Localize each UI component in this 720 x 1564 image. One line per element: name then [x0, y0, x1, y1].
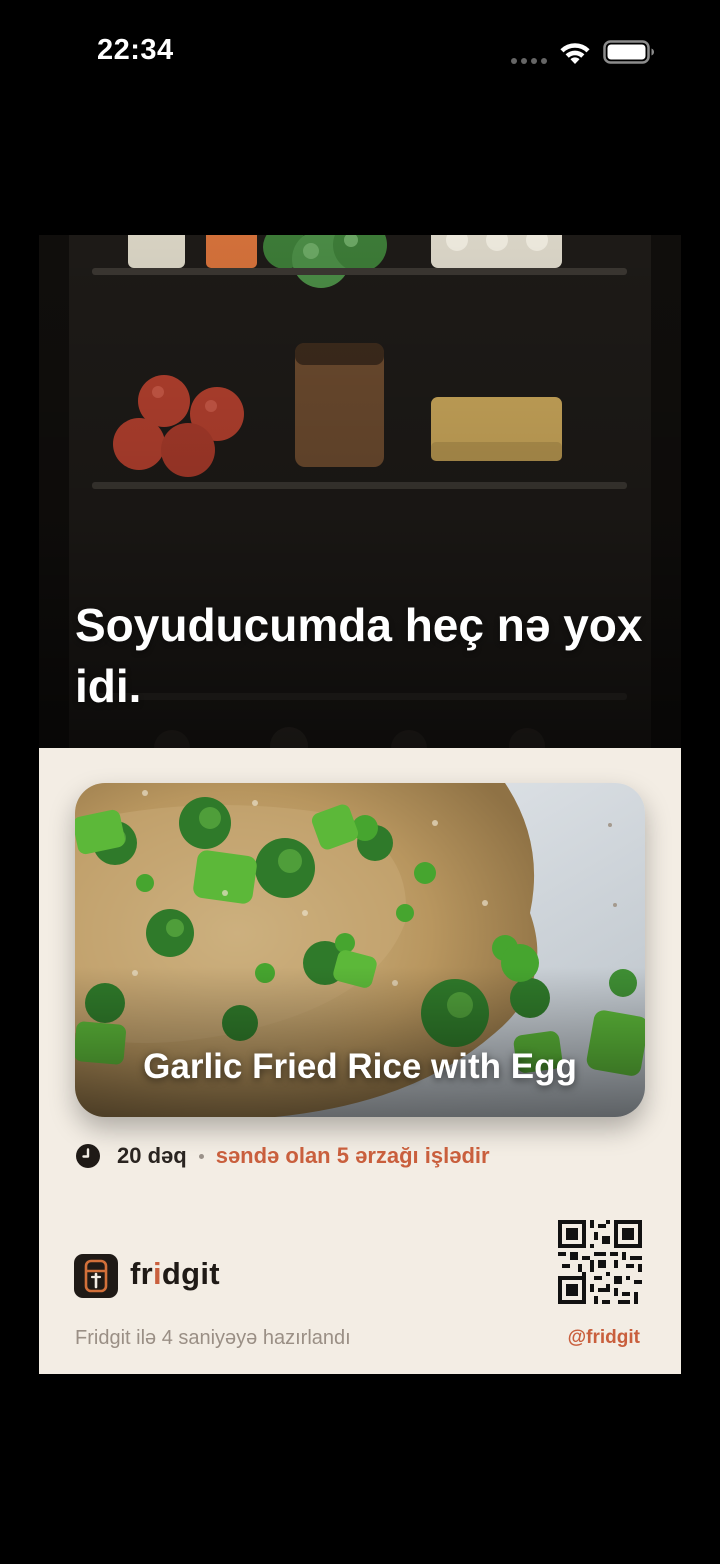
headline: Soyuducumda heç nə yox idi. [75, 599, 643, 712]
wifi-icon [560, 43, 590, 64]
battery-icon [603, 40, 654, 64]
qr-code-icon [558, 1220, 642, 1304]
clock-icon [76, 1144, 100, 1168]
cellular-signal-icon [511, 58, 547, 64]
recipe-title: Garlic Fried Rice with Egg [143, 1047, 577, 1086]
recipe-card: Garlic Fried Rice with Egg 20 dəq səndə … [39, 748, 681, 1374]
separator-dot [198, 1153, 204, 1159]
ingredients-note: səndə olan 5 ərzağı işlədir [215, 1143, 490, 1168]
brand-name-accent: i [153, 1256, 162, 1291]
brand-name: fridgit [130, 1256, 220, 1291]
status-bar: 22:34 [0, 0, 720, 110]
made-with-caption: Fridgit ilə 4 saniyəyə hazırlandı [75, 1327, 351, 1349]
share-card: Soyuducumda heç nə yox idi. Garlic Fried… [39, 235, 681, 1374]
status-time: 22:34 [97, 34, 174, 66]
cook-time: 20 dəq [117, 1143, 187, 1168]
recipe-meta: 20 dəq səndə olan 5 ərzağı işlədir [75, 1141, 490, 1171]
fridgit-logo-icon [74, 1254, 118, 1298]
recipe-photo: Garlic Fried Rice with Egg [75, 783, 645, 1117]
social-handle: @fridgit [567, 1327, 640, 1348]
